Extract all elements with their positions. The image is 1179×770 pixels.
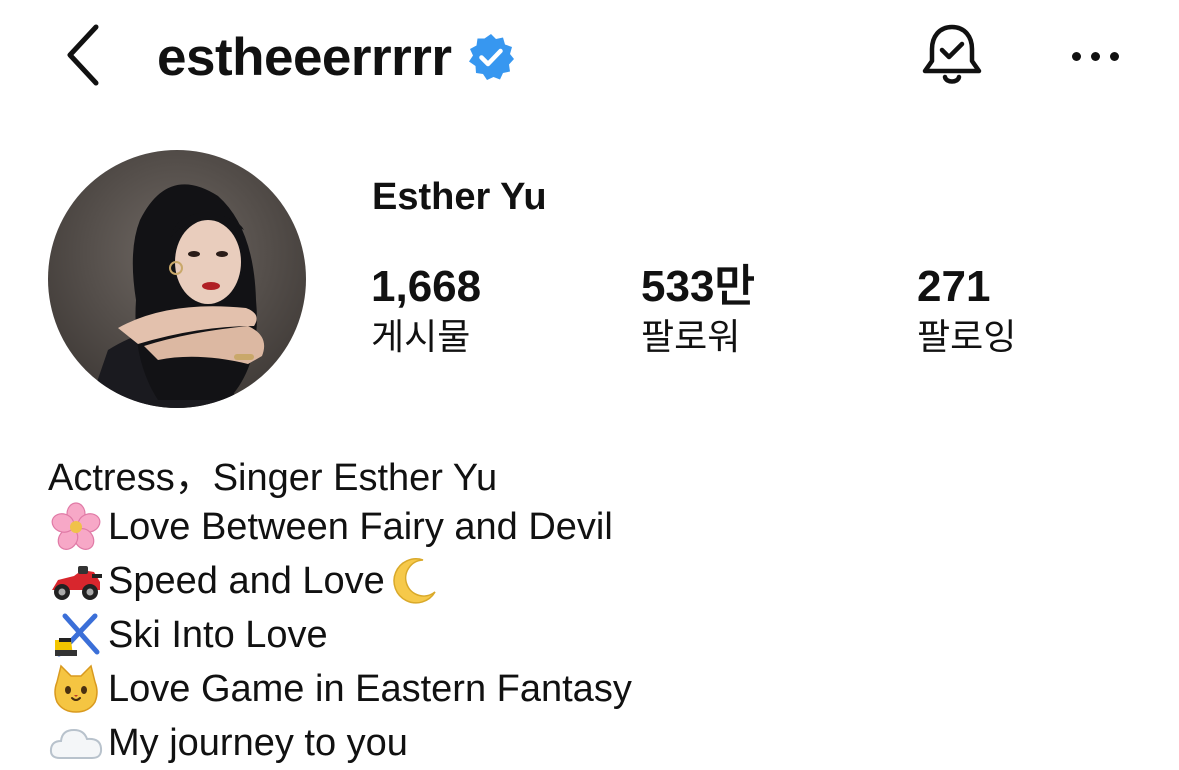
display-name: Esther Yu bbox=[372, 176, 547, 218]
cat-face-icon bbox=[48, 664, 104, 714]
following-count-label: 팔로잉 bbox=[917, 317, 1017, 358]
back-button[interactable] bbox=[52, 20, 116, 90]
bio-line: Love Between Fairy and Devil bbox=[48, 500, 1148, 554]
bio-line: Speed and Love bbox=[48, 554, 1148, 608]
bio-line: Ski Into Love bbox=[48, 608, 1148, 662]
followers-count-label: 팔로워 bbox=[641, 317, 741, 358]
posts-count-value: 1,668 bbox=[371, 262, 482, 311]
bio-line: Actress，Singer Esther Yu bbox=[48, 446, 1148, 500]
bell-check-icon bbox=[922, 24, 982, 84]
cherry-blossom-icon bbox=[48, 502, 104, 552]
posts-count-label: 게시물 bbox=[371, 317, 471, 358]
following-count-value: 271 bbox=[917, 262, 991, 311]
more-options-button[interactable] bbox=[1060, 28, 1130, 84]
followers-count[interactable]: 533만 팔로워 bbox=[641, 262, 755, 364]
racing-car-icon bbox=[48, 556, 104, 606]
bio-line: My journey to you bbox=[48, 716, 1148, 770]
profile-bio: Actress，Singer Esther Yu Love Between Fa… bbox=[48, 446, 1148, 770]
skis-icon bbox=[48, 610, 104, 660]
notifications-button[interactable] bbox=[914, 18, 990, 94]
posts-count[interactable]: 1,668 게시물 bbox=[371, 262, 481, 364]
chevron-left-icon bbox=[67, 24, 99, 86]
bio-line-text: My journey to you bbox=[108, 721, 408, 764]
username-header: estheeerrrrr bbox=[157, 22, 516, 92]
username: estheeerrrrr bbox=[157, 27, 452, 87]
profile-avatar[interactable] bbox=[48, 150, 306, 408]
cloud-icon bbox=[48, 718, 104, 768]
bio-line-text: Love Between Fairy and Devil bbox=[108, 505, 613, 548]
verified-badge-icon bbox=[466, 32, 516, 82]
profile-photo bbox=[48, 150, 306, 408]
followers-count-value: 533만 bbox=[641, 262, 755, 311]
more-horizontal-icon bbox=[1067, 51, 1124, 61]
following-count[interactable]: 271 팔로잉 bbox=[917, 262, 1016, 364]
bio-line-text: Speed and Love bbox=[108, 559, 385, 602]
bio-line-text: Love Game in Eastern Fantasy bbox=[108, 667, 632, 710]
bio-line-text: Actress，Singer Esther Yu bbox=[48, 456, 498, 499]
bio-line: Love Game in Eastern Fantasy bbox=[48, 662, 1148, 716]
top-navigation-bar: estheeerrrrr bbox=[0, 0, 1179, 118]
bio-line-text: Ski Into Love bbox=[108, 613, 328, 656]
crescent-moon-icon bbox=[389, 556, 439, 606]
